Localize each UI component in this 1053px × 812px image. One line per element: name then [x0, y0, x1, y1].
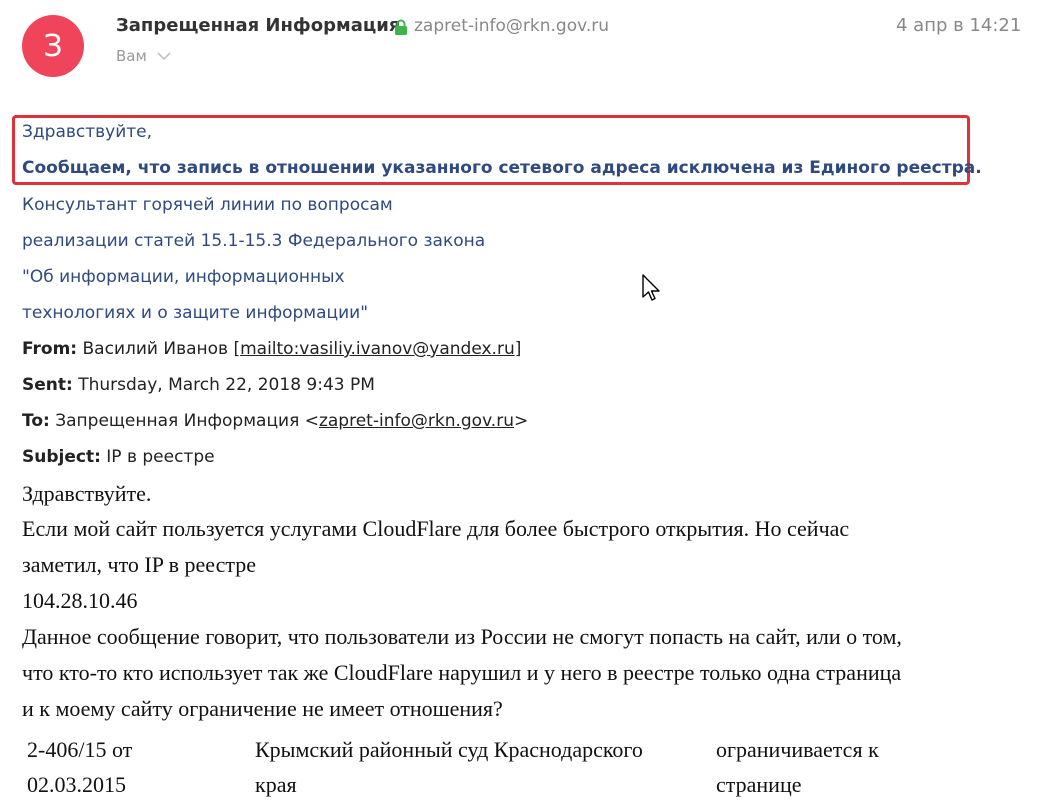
- sender-email[interactable]: zapret-info@rkn.gov.ru: [414, 16, 609, 36]
- from-end: ]: [514, 339, 522, 359]
- restriction-type: ограничивается к: [716, 737, 879, 762]
- quoted-sent: Sent: Thursday, March 22, 2018 9:43 PM: [22, 375, 375, 395]
- sender-avatar[interactable]: З: [22, 15, 84, 77]
- sent-label: Sent:: [22, 375, 73, 395]
- message-line: что кто-то кто использует так же CloudFl…: [22, 660, 902, 685]
- subject-label: Subject:: [22, 447, 101, 467]
- signature-line: Консультант горячей линии по вопросам: [22, 195, 393, 215]
- court-name: Крымский районный суд Краснодарского: [255, 737, 643, 762]
- from-name: Василий Иванов [: [82, 339, 241, 359]
- signature-line: технологиях и о защите информации": [22, 303, 369, 323]
- reply-notice: Сообщаем, что запись в отношении указанн…: [22, 158, 982, 178]
- restriction-type-cont: странице: [716, 772, 802, 797]
- email-date: 4 апр в 14:21: [896, 15, 1022, 36]
- message-line: и к моему сайту ограничение не имеет отн…: [22, 696, 503, 721]
- subject-value: IP в реестре: [106, 447, 215, 467]
- to-end: >: [513, 411, 529, 431]
- recipient-toggle[interactable]: Вам: [116, 47, 171, 65]
- quoted-to: To: Запрещенная Информация <zapret-info@…: [22, 411, 528, 431]
- message-line: заметил, что IP в реестре: [22, 552, 257, 577]
- signature-line: "Об информации, информационных: [22, 267, 345, 287]
- avatar-letter: З: [43, 28, 63, 64]
- to-email-link[interactable]: zapret-info@rkn.gov.ru: [319, 411, 514, 431]
- quoted-subject: Subject: IP в реестре: [22, 447, 215, 467]
- message-line: Здравствуйте.: [22, 481, 152, 506]
- sender-name[interactable]: Запрещенная Информация: [116, 15, 400, 36]
- lock-icon: [395, 19, 407, 35]
- to-name: Запрещенная Информация <: [55, 411, 319, 431]
- signature-line: реализации статей 15.1-15.3 Федерального…: [22, 231, 486, 251]
- to-label: To:: [22, 411, 50, 431]
- from-email-link[interactable]: mailto:vasiliy.ivanov@yandex.ru: [240, 339, 515, 359]
- quoted-from: From: Василий Иванов [mailto:vasiliy.iva…: [22, 339, 521, 359]
- sent-value: Thursday, March 22, 2018 9:43 PM: [78, 375, 375, 395]
- reply-greeting: Здравствуйте,: [22, 122, 153, 142]
- message-line: Если мой сайт пользуется услугами CloudF…: [22, 516, 850, 541]
- message-line: 104.28.10.46: [22, 588, 138, 613]
- decision-number: 2-406/15 от: [27, 737, 133, 762]
- mouse-cursor-icon: [642, 274, 660, 301]
- decision-date: 02.03.2015: [27, 772, 126, 797]
- chevron-down-icon: [157, 51, 171, 60]
- from-label: From:: [22, 339, 78, 359]
- message-line: Данное сообщение говорит, что пользовате…: [22, 624, 902, 649]
- court-name-cont: края: [255, 772, 297, 797]
- recipient-label: Вам: [116, 47, 147, 65]
